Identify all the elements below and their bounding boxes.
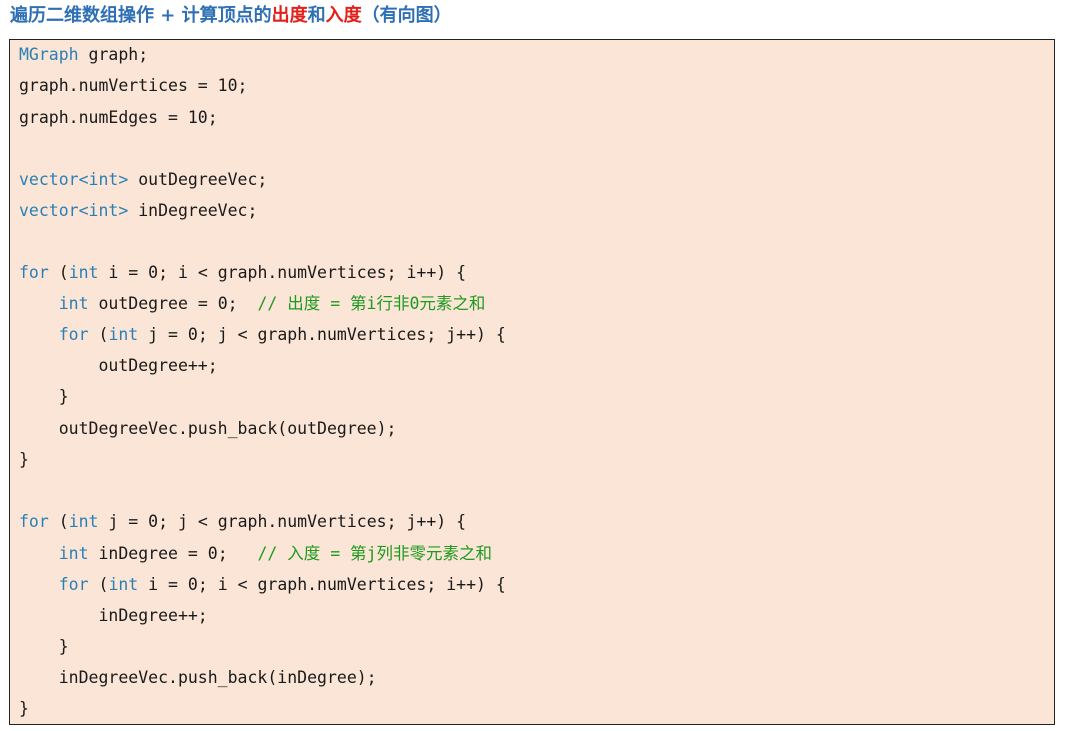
code-text: } [19,450,29,469]
code-text: j = 0; j < graph.numVertices; j++) { [138,325,506,344]
code-type: MGraph [19,45,79,64]
code-line: } [19,635,69,659]
code-comment: // 入度 = 第j列非零元素之和 [257,544,492,563]
code-text: } [19,637,69,656]
code-line: int outDegree = 0; // 出度 = 第i行非0元素之和 [19,292,486,316]
code-line: int inDegree = 0; // 入度 = 第j列非零元素之和 [19,542,492,566]
code-type: vector<int> [19,170,129,189]
code-text: outDegreeVec.push_back(outDegree); [19,419,397,438]
code-keyword: int [108,575,139,594]
code-text: j = 0; j < graph.numVertices; j++) { [98,512,467,531]
code-comment: // 出度 = 第i行非0元素之和 [257,294,486,313]
code-keyword: for [58,325,89,344]
code-text: inDegree = 0; [88,544,258,563]
code-line: graph.numEdges = 10; [19,106,218,130]
code-line: outDegreeVec.push_back(outDegree); [19,417,397,441]
code-text: inDegreeVec; [128,201,258,220]
code-keyword: for [58,575,89,594]
code-text: i = 0; i < graph.numVertices; i++) { [138,575,506,594]
code-line: MGraph graph; [19,43,148,67]
code-text: inDegree++; [19,606,208,625]
code-text: outDegree = 0; [88,294,258,313]
heading-and: 和 [307,5,326,26]
code-line: for (int j = 0; j < graph.numVertices; j… [19,323,506,347]
heading-text: 遍历二维数组操作 + 计算顶点的 [10,5,272,26]
code-line: inDegree++; [19,604,208,628]
code-keyword: int [68,512,99,531]
code-line: } [19,697,29,721]
code-line: graph.numVertices = 10; [19,74,247,98]
code-text: graph.numVertices = 10; [19,76,248,95]
code-text: outDegree++; [19,356,218,375]
code-line: } [19,385,69,409]
code-text: } [19,387,69,406]
code-keyword: int [108,325,139,344]
code-line: for (int j = 0; j < graph.numVertices; j… [19,510,466,534]
code-keyword: for [19,263,49,282]
code-text: ( [48,263,69,282]
code-text: ( [88,575,109,594]
section-heading: 遍历二维数组操作 + 计算顶点的出度和入度（有向图） [10,3,452,29]
heading-in-degree: 入度 [325,5,362,26]
code-line: inDegreeVec.push_back(inDegree); [19,666,377,690]
code-type: vector<int> [19,201,129,220]
heading-out-degree: 出度 [271,5,308,26]
code-text: ( [48,512,69,531]
code-text: graph; [78,45,149,64]
heading-suffix: （有向图） [361,5,452,26]
code-keyword: int [58,294,89,313]
code-text: } [19,699,29,718]
code-line: } [19,448,29,472]
code-block: MGraph graph; graph.numVertices = 10; gr… [9,39,1055,725]
code-line: outDegree++; [19,354,218,378]
code-keyword: int [68,263,99,282]
code-text: inDegreeVec.push_back(inDegree); [19,668,377,687]
code-keyword: for [19,512,49,531]
code-text: outDegreeVec; [128,170,268,189]
code-text: i = 0; i < graph.numVertices; i++) { [98,263,467,282]
code-line: vector<int> outDegreeVec; [19,168,267,192]
code-line: for (int i = 0; i < graph.numVertices; i… [19,573,506,597]
code-line: for (int i = 0; i < graph.numVertices; i… [19,261,466,285]
code-text: graph.numEdges = 10; [19,108,218,127]
code-text: ( [88,325,109,344]
code-keyword: int [58,544,89,563]
code-line: vector<int> inDegreeVec; [19,199,257,223]
